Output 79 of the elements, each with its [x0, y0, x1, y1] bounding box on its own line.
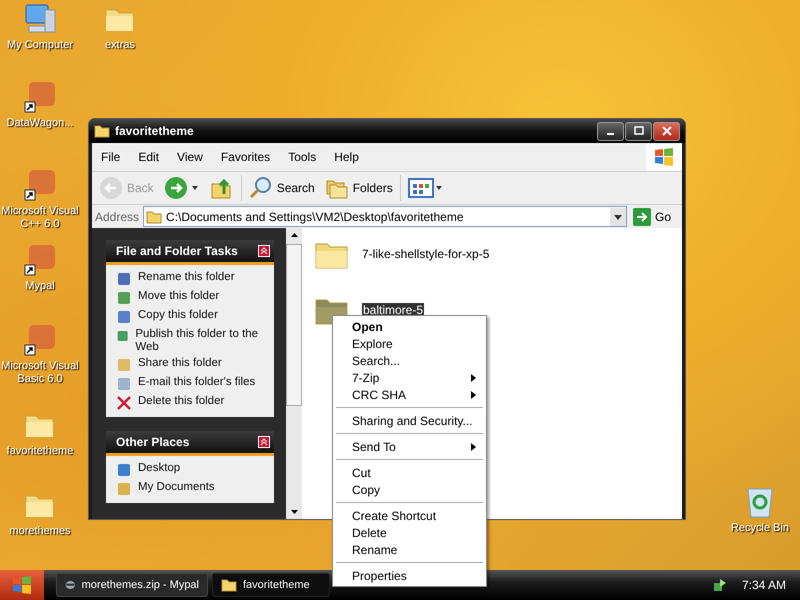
menu-item[interactable]: Explore [333, 335, 486, 352]
scroll-down-icon[interactable] [290, 510, 298, 514]
scroll-up-icon[interactable] [290, 233, 298, 237]
menu-item[interactable]: Rename [333, 541, 486, 558]
minimize-button[interactable] [597, 122, 624, 140]
start-button[interactable] [0, 570, 44, 600]
collapse-icon[interactable] [258, 245, 270, 257]
task-icon [116, 357, 132, 373]
menu-item[interactable]: Edit [129, 150, 168, 164]
flag-logo-icon [654, 148, 674, 166]
task-icon [116, 309, 132, 325]
menu-item[interactable]: Send To [333, 438, 486, 455]
window-title: favoritetheme [115, 124, 195, 138]
task-link[interactable]: My Documents [138, 481, 215, 494]
maximize-button[interactable] [625, 122, 652, 140]
collapse-icon[interactable] [258, 436, 270, 448]
task-link[interactable]: Rename this folder [138, 271, 235, 284]
menu-item[interactable]: Help [325, 150, 368, 164]
menu-item[interactable]: 7-Zip [333, 369, 486, 386]
panel-header[interactable]: Other Places [106, 431, 274, 456]
submenu-arrow-icon [471, 442, 476, 450]
task-link[interactable]: Delete this folder [138, 395, 224, 408]
menu-item[interactable]: Delete [333, 524, 486, 541]
menu-item[interactable]: Properties [333, 567, 486, 584]
folder-icon [221, 578, 237, 592]
panel-header[interactable]: File and Folder Tasks [106, 240, 274, 265]
menu-item[interactable]: File [92, 150, 130, 164]
address-field[interactable]: C:\Documents and Settings\VM2\Desktop\favoritetheme [143, 206, 627, 227]
task-link[interactable]: Desktop [138, 462, 180, 475]
place-icon [116, 481, 132, 497]
menu-item[interactable]: View [168, 150, 212, 164]
menu-item[interactable]: Copy [333, 481, 486, 498]
task-link[interactable]: Publish this folder to the Web [135, 328, 260, 354]
panel-title: File and Folder Tasks [116, 244, 238, 258]
menu-item[interactable]: Cut [333, 464, 486, 481]
flag-logo-icon [12, 576, 32, 594]
close-button[interactable] [653, 122, 680, 140]
task-icon [116, 271, 132, 287]
panel-title: Other Places [116, 435, 190, 449]
search-icon [248, 176, 273, 200]
folder-icon [94, 124, 110, 138]
taskbar-button[interactable]: morethemes.zip - Mypal [56, 573, 208, 597]
menu-item[interactable]: Open [333, 318, 486, 335]
menu-item[interactable]: CRC SHA [333, 386, 486, 403]
task-link[interactable]: Move this folder [138, 290, 220, 303]
address-label: Address [95, 210, 140, 224]
task-icon [116, 290, 132, 306]
maximize-icon [634, 126, 644, 136]
task-link[interactable]: Share this folder [138, 357, 222, 370]
place-icon [116, 462, 132, 478]
task-icon [116, 328, 130, 344]
menu-item[interactable]: Favorites [212, 150, 280, 164]
menu-item[interactable]: Search... [333, 352, 486, 369]
folder-icon [146, 210, 162, 224]
shortcut-icon[interactable] [23, 80, 57, 114]
folder-name[interactable]: 7-like-shellstyle-for-xp-5 [362, 247, 490, 261]
scrollbar[interactable] [286, 228, 302, 519]
shortcut-icon[interactable] [23, 323, 57, 357]
task-link[interactable]: Copy this folder [138, 309, 218, 322]
forward-arrow-icon [164, 176, 200, 200]
shortcut-icon[interactable] [23, 243, 57, 277]
delete-x-icon [116, 395, 132, 411]
menu-item[interactable]: Sharing and Security... [333, 412, 486, 429]
submenu-arrow-icon [471, 390, 476, 398]
task-icon [116, 376, 132, 392]
menu-item[interactable]: Create Shortcut [333, 507, 486, 524]
views-icon [408, 176, 444, 200]
search-button[interactable]: Search [246, 176, 318, 200]
taskbar-button[interactable]: favoritetheme [212, 573, 330, 597]
shortcut-icon[interactable] [23, 168, 57, 202]
clock: 7:34 AM [742, 578, 786, 592]
task-link[interactable]: E-mail this folder's files [138, 376, 256, 389]
menu-item[interactable]: Tools [279, 150, 326, 164]
dropdown-icon[interactable] [610, 208, 626, 226]
submenu-arrow-icon [471, 374, 476, 382]
folders-button[interactable]: Folders [322, 176, 396, 200]
close-icon [662, 126, 672, 136]
go-button[interactable]: Go [630, 208, 679, 226]
minimize-icon [607, 133, 614, 135]
